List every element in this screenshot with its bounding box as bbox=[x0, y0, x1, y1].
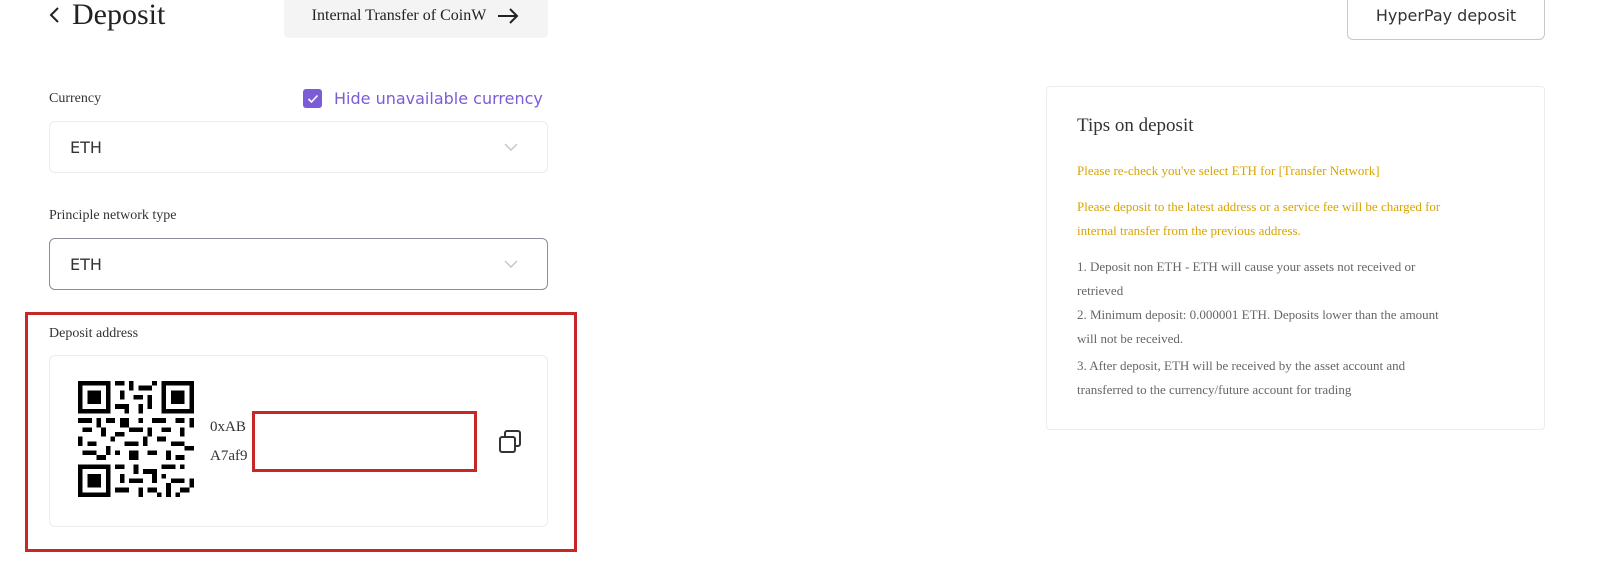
tips-note-2-line-1: 2. Minimum deposit: 0.000001 ETH. Deposi… bbox=[1077, 307, 1439, 322]
chevron-left-icon bbox=[49, 7, 59, 23]
tips-note-3-line-2: transferred to the currency/future accou… bbox=[1077, 382, 1352, 397]
currency-select-value: ETH bbox=[70, 137, 102, 157]
arrow-right-icon bbox=[498, 8, 519, 24]
currency-select[interactable]: ETH bbox=[49, 121, 548, 173]
tips-warning-2-line-2: internal transfer from the previous addr… bbox=[1077, 223, 1301, 238]
hyperpay-deposit-button[interactable]: HyperPay deposit bbox=[1347, 0, 1545, 40]
tips-note-2-line-2: will not be received. bbox=[1077, 331, 1184, 346]
network-type-select[interactable]: ETH bbox=[49, 238, 548, 290]
hide-unavailable-label: Hide unavailable currency bbox=[334, 89, 543, 108]
tips-note-3-line-1: 3. After deposit, ETH will be received b… bbox=[1077, 358, 1406, 373]
internal-transfer-button[interactable]: Internal Transfer of CoinW bbox=[284, 0, 548, 38]
deposit-address-line-1: 0xAB bbox=[210, 419, 246, 435]
tips-title: Tips on deposit bbox=[1077, 115, 1194, 136]
internal-transfer-label: Internal Transfer of CoinW bbox=[311, 7, 487, 24]
deposit-address-line-2: A7af9 bbox=[210, 448, 248, 464]
tips-warning-2-line-1: Please deposit to the latest address or … bbox=[1077, 199, 1441, 214]
hyperpay-deposit-label: HyperPay deposit bbox=[1375, 5, 1517, 25]
chevron-down-icon bbox=[504, 260, 518, 268]
tips-warning-1: Please re-check you've select ETH for [T… bbox=[1077, 163, 1380, 178]
network-select-value: ETH bbox=[70, 254, 102, 274]
tips-note-1-line-1: 1. Deposit non ETH - ETH will cause your… bbox=[1077, 259, 1416, 274]
copy-icon[interactable] bbox=[497, 428, 525, 456]
checkmark-icon bbox=[307, 94, 318, 103]
network-type-label: Principle network type bbox=[49, 208, 177, 223]
currency-label: Currency bbox=[49, 91, 102, 106]
page-title: Deposit bbox=[72, 0, 166, 31]
deposit-address-label: Deposit address bbox=[49, 326, 139, 341]
back-button[interactable]: Deposit bbox=[48, 0, 165, 30]
hide-unavailable-toggle[interactable]: Hide unavailable currency bbox=[303, 89, 543, 108]
chevron-down-icon bbox=[504, 143, 518, 151]
tips-note-1-line-2: retrieved bbox=[1077, 283, 1124, 298]
hide-unavailable-checkbox[interactable] bbox=[303, 89, 322, 108]
address-redaction-box bbox=[252, 411, 477, 472]
deposit-qr-code bbox=[78, 381, 194, 497]
